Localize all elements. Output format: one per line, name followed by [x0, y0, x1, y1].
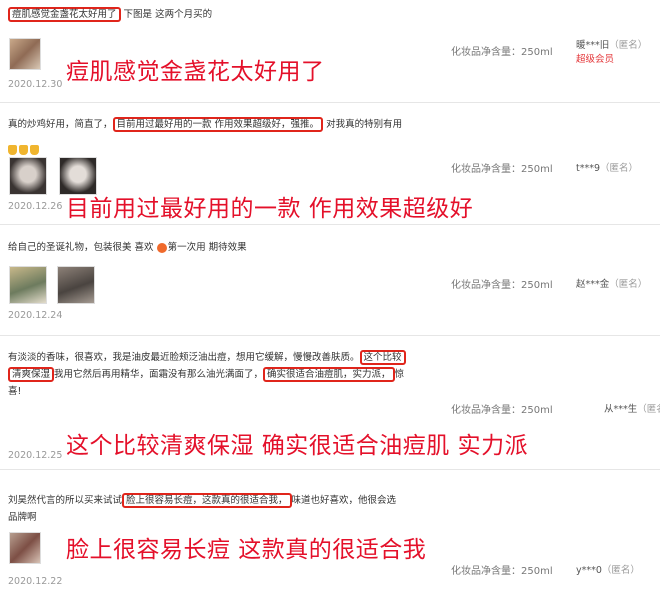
review-item: 刘昊然代言的所以买来试试 脸上很容易长痘，这款真的很适合我， 味道也好喜欢，他很会选… — [0, 470, 660, 595]
review-item: 给自己的圣诞礼物，包装很美 喜欢 第一次用 期待效果 化妆品净含量：250ml … — [0, 225, 660, 336]
review-text: 给自己的圣诞礼物，包装很美 喜欢 第一次用 期待效果 — [8, 239, 247, 256]
anonymous-tag: （匿名） — [601, 565, 640, 576]
product-spec: 化妆品净含量：250ml — [451, 405, 553, 416]
thumbs-up-icon — [8, 144, 17, 155]
review-text: 有淡淡的香味，很喜欢，我是油皮最近脸颊泛油出痘，想用它缓解，慢慢改善肤质。 这个比… — [8, 349, 406, 400]
review-date: 2020.12.30 — [8, 79, 63, 90]
review-text-end: 喜! — [8, 386, 22, 397]
thumbs-up-icon — [30, 144, 39, 155]
review-text-pre: 给自己的圣诞礼物，包装很美 喜欢 — [8, 242, 154, 253]
review-text-post: 惊 — [394, 369, 405, 380]
reviewer-username: y***0 — [576, 565, 602, 576]
thumbs-up-icon — [19, 144, 28, 155]
highlighted-phrase: 确实很适合油痘肌，实力派， — [263, 367, 395, 382]
highlighted-phrase: 这个比较 — [359, 350, 406, 365]
review-text: 刘昊然代言的所以买来试试 脸上很容易长痘，这款真的很适合我， 味道也好喜欢，他很会选… — [8, 492, 396, 526]
product-spec: 化妆品净含量：250ml — [451, 164, 553, 175]
review-text-post: 对我真的特别有用 — [326, 119, 403, 130]
review-text-post: 第一次用 期待效果 — [167, 242, 247, 253]
review-text: 真的炒鸡好用，简直了， 目前用过最好用的一款 作用效果超级好，强推。 对我真的特别… — [8, 116, 402, 133]
review-date: 2020.12.26 — [8, 201, 63, 212]
reviewer-name: t***9（匿名） — [576, 160, 638, 174]
reviewer-username: 从***生 — [604, 404, 638, 415]
annotation-caption: 痘肌感觉金盏花太好用了 — [66, 59, 325, 85]
reviewer-username: 暖***旧 — [576, 40, 610, 51]
review-text-end: 品牌啊 — [8, 512, 37, 523]
anonymous-tag: （匿名） — [609, 279, 648, 290]
annotation-caption: 这个比较清爽保湿 确实很适合油痘肌 实力派 — [66, 433, 529, 459]
reviewer-name: y***0（匿名） — [576, 562, 640, 576]
thumbs-up-emojis — [8, 139, 41, 158]
review-photo[interactable] — [9, 38, 41, 70]
review-photo[interactable] — [9, 532, 41, 564]
review-date: 2020.12.22 — [8, 576, 63, 587]
review-text-post: 味道也好喜欢，他很会选 — [291, 495, 397, 506]
reviewer-name: 赵***金（匿名） — [576, 276, 647, 290]
review-photo[interactable] — [57, 266, 95, 304]
reviewer-username: t***9 — [576, 163, 601, 174]
annotation-caption: 脸上很容易长痘 这款真的很适合我 — [66, 537, 427, 563]
review-date: 2020.12.25 — [8, 450, 63, 461]
anonymous-tag: （匿名） — [609, 40, 648, 51]
highlighted-phrase: 脸上很容易长痘，这款真的很适合我， — [122, 493, 292, 508]
review-text-mid: 我用它然后再用精华，面霜没有那么油光满面了， — [54, 369, 264, 380]
review-item: 有淡淡的香味，很喜欢，我是油皮最近脸颊泛油出痘，想用它缓解，慢慢改善肤质。 这个比… — [0, 336, 660, 470]
anonymous-tag: （匿名） — [637, 404, 660, 415]
review-text-pre: 有淡淡的香味，很喜欢，我是油皮最近脸颊泛油出痘，想用它缓解，慢慢改善肤质。 — [8, 352, 360, 363]
anonymous-tag: （匿名） — [600, 163, 639, 174]
review-photo[interactable] — [9, 157, 47, 195]
member-badge: 超级会员 — [576, 54, 615, 65]
reviewer-name: 从***生（匿名） — [604, 401, 660, 415]
review-date: 2020.12.24 — [8, 310, 63, 321]
review-item: 痘肌感觉金盏花太好用了 下图是 这两个月买的 化妆品净含量：250ml 暖***… — [0, 0, 660, 103]
reviewer-username: 赵***金 — [576, 279, 610, 290]
review-text-pre: 真的炒鸡好用，简直了， — [8, 119, 113, 130]
review-text-pre: 刘昊然代言的所以买来试试 — [8, 495, 123, 506]
review-photo[interactable] — [9, 266, 47, 304]
annotation-caption: 目前用过最好用的一款 作用效果超级好 — [66, 196, 474, 222]
highlighted-phrase: 痘肌感觉金盏花太好用了 — [8, 7, 121, 22]
highlighted-phrase: 目前用过最好用的一款 作用效果超级好，强推。 — [112, 117, 324, 132]
highlighted-phrase: 清爽保湿 — [8, 367, 55, 382]
reviewer-name: 暖***旧（匿名） — [576, 37, 647, 51]
review-text: 痘肌感觉金盏花太好用了 下图是 这两个月买的 — [8, 6, 212, 23]
review-text-rest: 下图是 这两个月买的 — [123, 9, 213, 20]
product-spec: 化妆品净含量：250ml — [451, 566, 553, 577]
product-spec: 化妆品净含量：250ml — [451, 280, 553, 291]
review-item: 真的炒鸡好用，简直了， 目前用过最好用的一款 作用效果超级好，强推。 对我真的特别… — [0, 103, 660, 225]
product-spec: 化妆品净含量：250ml — [451, 47, 553, 58]
smiley-emoji-icon — [156, 242, 167, 253]
